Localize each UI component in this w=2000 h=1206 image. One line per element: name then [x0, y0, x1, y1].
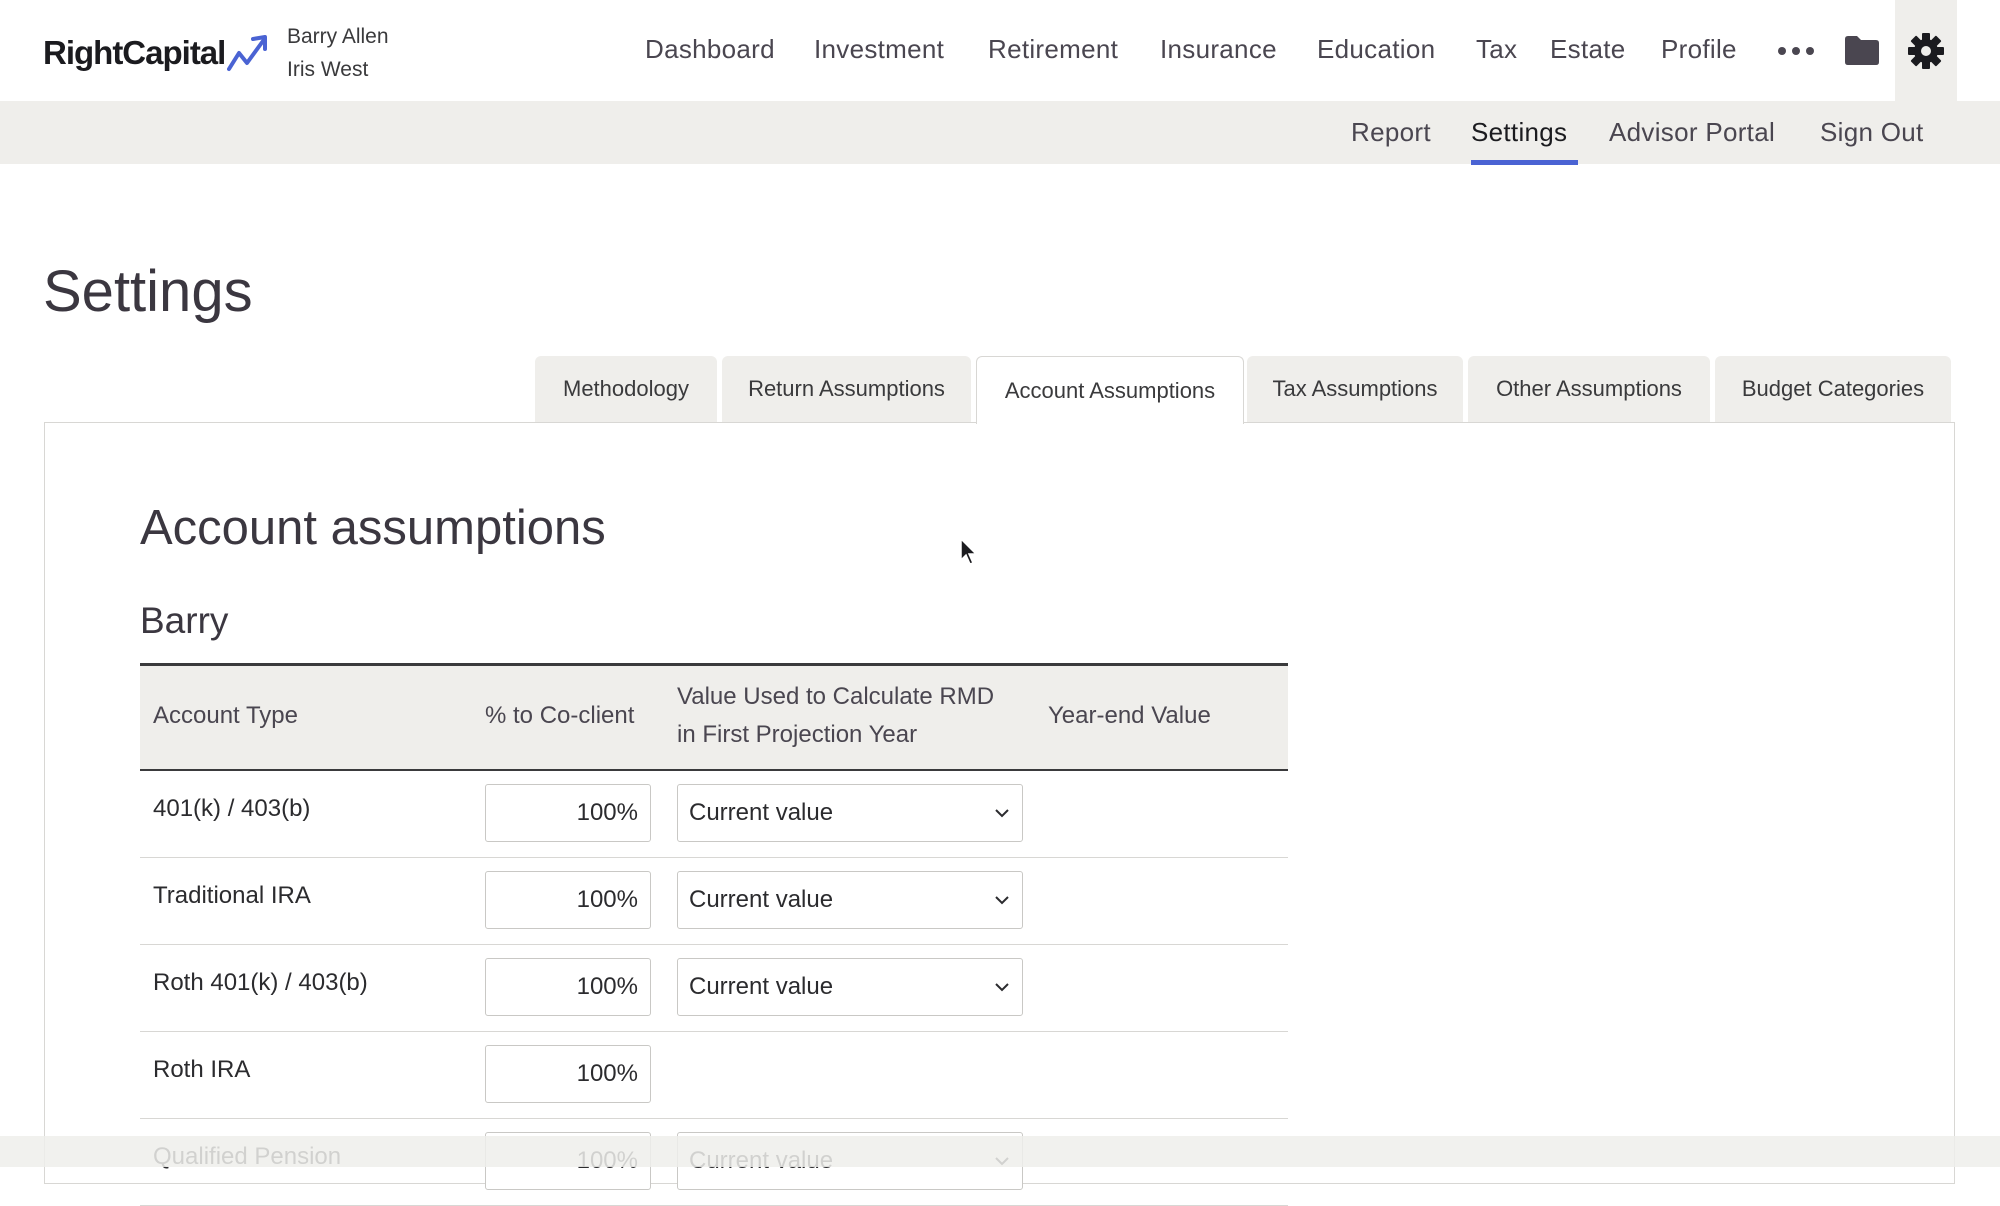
account-type-cell: 401(k) / 403(b)	[153, 795, 311, 822]
more-horizontal-icon[interactable]	[1776, 38, 1816, 64]
section-title: Account assumptions	[140, 501, 606, 555]
subnav-advisor-portal[interactable]: Advisor Portal	[1609, 117, 1775, 148]
chevron-down-icon	[995, 809, 1009, 818]
account-type-cell: Roth IRA	[153, 1056, 251, 1083]
rmd-value-select[interactable]: Current value	[677, 784, 1023, 842]
col-rmd-value-line2: in First Projection Year	[677, 721, 918, 748]
tab-tax-assumptions[interactable]: Tax Assumptions	[1247, 356, 1463, 422]
mouse-cursor-icon	[960, 538, 978, 565]
account-type-cell: Traditional IRA	[153, 882, 311, 909]
nav-tax[interactable]: Tax	[1476, 34, 1517, 65]
tab-other-assumptions[interactable]: Other Assumptions	[1468, 356, 1710, 422]
table-row: Roth 401(k) / 403(b) 100% Current value	[140, 945, 1288, 1032]
nav-investment[interactable]: Investment	[814, 34, 944, 65]
chevron-down-icon	[995, 896, 1009, 905]
rmd-value-select[interactable]: Current value	[677, 958, 1023, 1016]
nav-retirement[interactable]: Retirement	[988, 34, 1118, 65]
account-type-cell: Roth 401(k) / 403(b)	[153, 969, 368, 996]
subnav-sign-out[interactable]: Sign Out	[1820, 117, 1924, 148]
rmd-value-select[interactable]: Current value	[677, 871, 1023, 929]
person-heading: Barry	[140, 600, 229, 641]
bottom-overlay-bar	[0, 1136, 2000, 1167]
col-year-end-value: Year-end Value	[1048, 702, 1211, 729]
tab-methodology[interactable]: Methodology	[535, 356, 717, 422]
subnav-settings[interactable]: Settings	[1471, 117, 1567, 148]
col-rmd-value: Value Used to Calculate RMD in First Pro…	[677, 678, 994, 754]
nav-education[interactable]: Education	[1317, 34, 1435, 65]
top-header: RightCapital Barry Allen Iris West Dashb…	[0, 0, 2000, 101]
rmd-value-selected: Current value	[689, 886, 834, 913]
tab-budget-categories[interactable]: Budget Categories	[1715, 356, 1951, 422]
rmd-value-selected: Current value	[689, 973, 834, 1000]
subnav-report[interactable]: Report	[1351, 117, 1431, 148]
rmd-value-selected: Current value	[689, 799, 834, 826]
tab-account-assumptions[interactable]: Account Assumptions	[976, 356, 1244, 424]
folder-icon[interactable]	[1844, 34, 1880, 66]
secondary-nav: Report Settings Advisor Portal Sign Out	[0, 101, 2000, 165]
settings-gear-button[interactable]	[1895, 0, 1957, 101]
tab-return-assumptions[interactable]: Return Assumptions	[722, 356, 971, 422]
main-nav: Dashboard Investment Retirement Insuranc…	[0, 0, 2000, 101]
pct-co-client-input[interactable]: 100%	[485, 784, 651, 842]
nav-insurance[interactable]: Insurance	[1160, 34, 1277, 65]
table-row: Traditional IRA 100% Current value	[140, 858, 1288, 945]
nav-estate[interactable]: Estate	[1550, 34, 1626, 65]
pct-co-client-input[interactable]: 100%	[485, 871, 651, 929]
active-subnav-indicator	[1471, 160, 1578, 165]
col-pct-co-client: % to Co-client	[485, 702, 635, 729]
chevron-down-icon	[995, 983, 1009, 992]
col-rmd-value-line1: Value Used to Calculate RMD	[677, 683, 995, 710]
pct-co-client-input[interactable]: 100%	[485, 1045, 651, 1103]
col-account-type: Account Type	[153, 702, 298, 729]
pct-co-client-input[interactable]: 100%	[485, 958, 651, 1016]
nav-dashboard[interactable]: Dashboard	[645, 34, 775, 65]
account-assumptions-table: Account Type % to Co-client Value Used t…	[140, 663, 1288, 1206]
gear-icon	[1908, 33, 1944, 69]
page-title: Settings	[43, 259, 253, 324]
table-row: Roth IRA 100%	[140, 1032, 1288, 1119]
table-row: 401(k) / 403(b) 100% Current value	[140, 771, 1288, 858]
nav-profile[interactable]: Profile	[1661, 34, 1737, 65]
table-header: Account Type % to Co-client Value Used t…	[140, 663, 1288, 771]
